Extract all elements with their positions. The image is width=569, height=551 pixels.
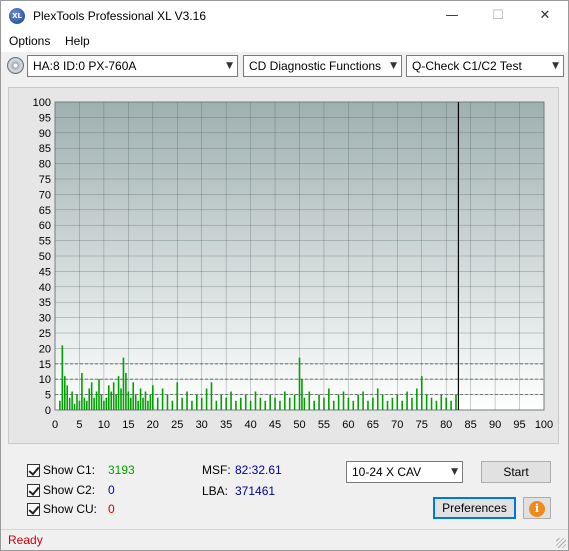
y-tick-label: 55 [39, 236, 51, 248]
plextools-logo-icon: XL [9, 8, 25, 24]
x-tick-label: 100 [535, 419, 553, 431]
y-tick-label: 90 [39, 128, 51, 140]
x-tick-label: 65 [367, 419, 379, 431]
x-tick-label: 35 [220, 419, 232, 431]
y-tick-label: 100 [33, 97, 51, 109]
window-title: PlexTools Professional XL V3.16 [33, 9, 206, 23]
chevron-down-icon: ▼ [451, 467, 458, 477]
y-tick-label: 40 [39, 282, 51, 294]
start-button-label: Start [503, 465, 529, 479]
x-tick-label: 25 [171, 419, 183, 431]
y-tick-label: 35 [39, 297, 51, 309]
show-c1-checkbox[interactable] [27, 464, 40, 477]
chart-panel: 0 5 10 15 20 25 30 35 40 45 50 55 60 65 70 75 80 85 90 95 10… [8, 87, 559, 444]
chevron-down-icon: ▼ [390, 61, 397, 71]
maximize-button: ☐ [492, 8, 504, 23]
y-tick-label: 75 [39, 174, 51, 186]
menu-help[interactable]: Help [65, 34, 90, 48]
y-tick-label: 10 [39, 374, 51, 386]
msf-label: MSF: [202, 463, 231, 477]
menu-bar: Options Help [1, 31, 568, 52]
y-tick-label: 15 [39, 359, 51, 371]
y-tick-label: 20 [39, 343, 51, 355]
controls-frame: Show C1: 3193 Show C2: 0 Show CU: 0 MSF:… [8, 456, 559, 524]
y-tick-label: 45 [39, 266, 51, 278]
y-tick-label: 60 [39, 220, 51, 232]
y-tick-label: 80 [39, 159, 51, 171]
start-button[interactable]: Start [481, 461, 551, 483]
x-tick-label: 45 [269, 419, 281, 431]
speed-select-value: 10-24 X CAV [352, 465, 422, 479]
show-c2-checkbox[interactable] [27, 484, 40, 497]
y-tick-label: 25 [39, 328, 51, 340]
info-button[interactable]: i [523, 497, 551, 519]
x-tick-label: 85 [465, 419, 477, 431]
drive-select-value: HA:8 ID:0 PX-760A [33, 59, 137, 73]
drive-select[interactable]: HA:8 ID:0 PX-760A ▼ [27, 55, 238, 77]
show-c2-label: Show C2: [43, 483, 96, 497]
function-select-value: CD Diagnostic Functions [249, 59, 382, 73]
minimize-button[interactable]: — [429, 1, 475, 31]
x-tick-label: 80 [440, 419, 452, 431]
app-window: XL PlexTools Professional XL V3.16 — ☐ ✕… [0, 0, 569, 551]
status-text: Ready [8, 533, 43, 547]
menu-options-label: Options [9, 34, 51, 48]
x-tick-label: 50 [293, 419, 305, 431]
preferences-button[interactable]: Preferences [433, 497, 516, 519]
y-tick-label: 85 [39, 143, 51, 155]
chevron-down-icon: ▼ [226, 61, 233, 71]
title-bar: XL PlexTools Professional XL V3.16 — ☐ ✕ [1, 1, 568, 31]
x-tick-label: 40 [244, 419, 256, 431]
c1-count: 3193 [108, 463, 135, 477]
y-tick-label: 50 [39, 251, 51, 263]
x-tick-label: 55 [318, 419, 330, 431]
x-tick-label: 0 [52, 419, 58, 431]
y-tick-label: 95 [39, 112, 51, 124]
cu-count: 0 [108, 502, 115, 516]
x-tick-label: 5 [76, 419, 82, 431]
c2-count: 0 [108, 483, 115, 497]
speed-select[interactable]: 10-24 X CAV ▼ [346, 461, 463, 483]
test-select[interactable]: Q-Check C1/C2 Test ▼ [406, 55, 564, 77]
x-tick-label: 30 [196, 419, 208, 431]
preferences-button-label: Preferences [442, 501, 507, 515]
x-tick-label: 15 [122, 419, 134, 431]
close-button[interactable]: ✕ [522, 1, 568, 31]
show-cu-label: Show CU: [43, 502, 98, 516]
show-c1-label: Show C1: [43, 463, 96, 477]
x-tick-label: 60 [342, 419, 354, 431]
y-tick-label: 65 [39, 205, 51, 217]
test-select-value: Q-Check C1/C2 Test [412, 59, 522, 73]
x-tick-label: 10 [98, 419, 110, 431]
info-icon: i [529, 501, 545, 517]
y-tick-label: 5 [45, 390, 51, 402]
y-tick-label: 30 [39, 313, 51, 325]
x-tick-label: 75 [416, 419, 428, 431]
x-tick-label: 20 [147, 419, 159, 431]
function-select[interactable]: CD Diagnostic Functions ▼ [243, 55, 402, 77]
chevron-down-icon: ▼ [552, 61, 559, 71]
disc-drive-icon [7, 57, 24, 74]
x-tick-label: 70 [391, 419, 403, 431]
status-bar: Ready [1, 529, 568, 550]
show-cu-checkbox[interactable] [27, 503, 40, 516]
menu-options[interactable]: Options [9, 34, 50, 48]
toolbar: HA:8 ID:0 PX-760A ▼ CD Diagnostic Functi… [1, 52, 568, 80]
lba-value: 371461 [235, 484, 276, 498]
lba-label: LBA: [202, 484, 229, 498]
y-tick-label: 70 [39, 189, 51, 201]
resize-grip-icon[interactable] [556, 538, 566, 548]
msf-value: 82:32.61 [235, 463, 282, 477]
x-tick-label: 95 [513, 419, 525, 431]
y-tick-label: 0 [45, 405, 51, 417]
menu-help-label: Help [65, 34, 90, 48]
c1-c2-chart: 0510152025303540455055606570758085909510… [33, 97, 554, 431]
x-tick-label: 90 [489, 419, 501, 431]
